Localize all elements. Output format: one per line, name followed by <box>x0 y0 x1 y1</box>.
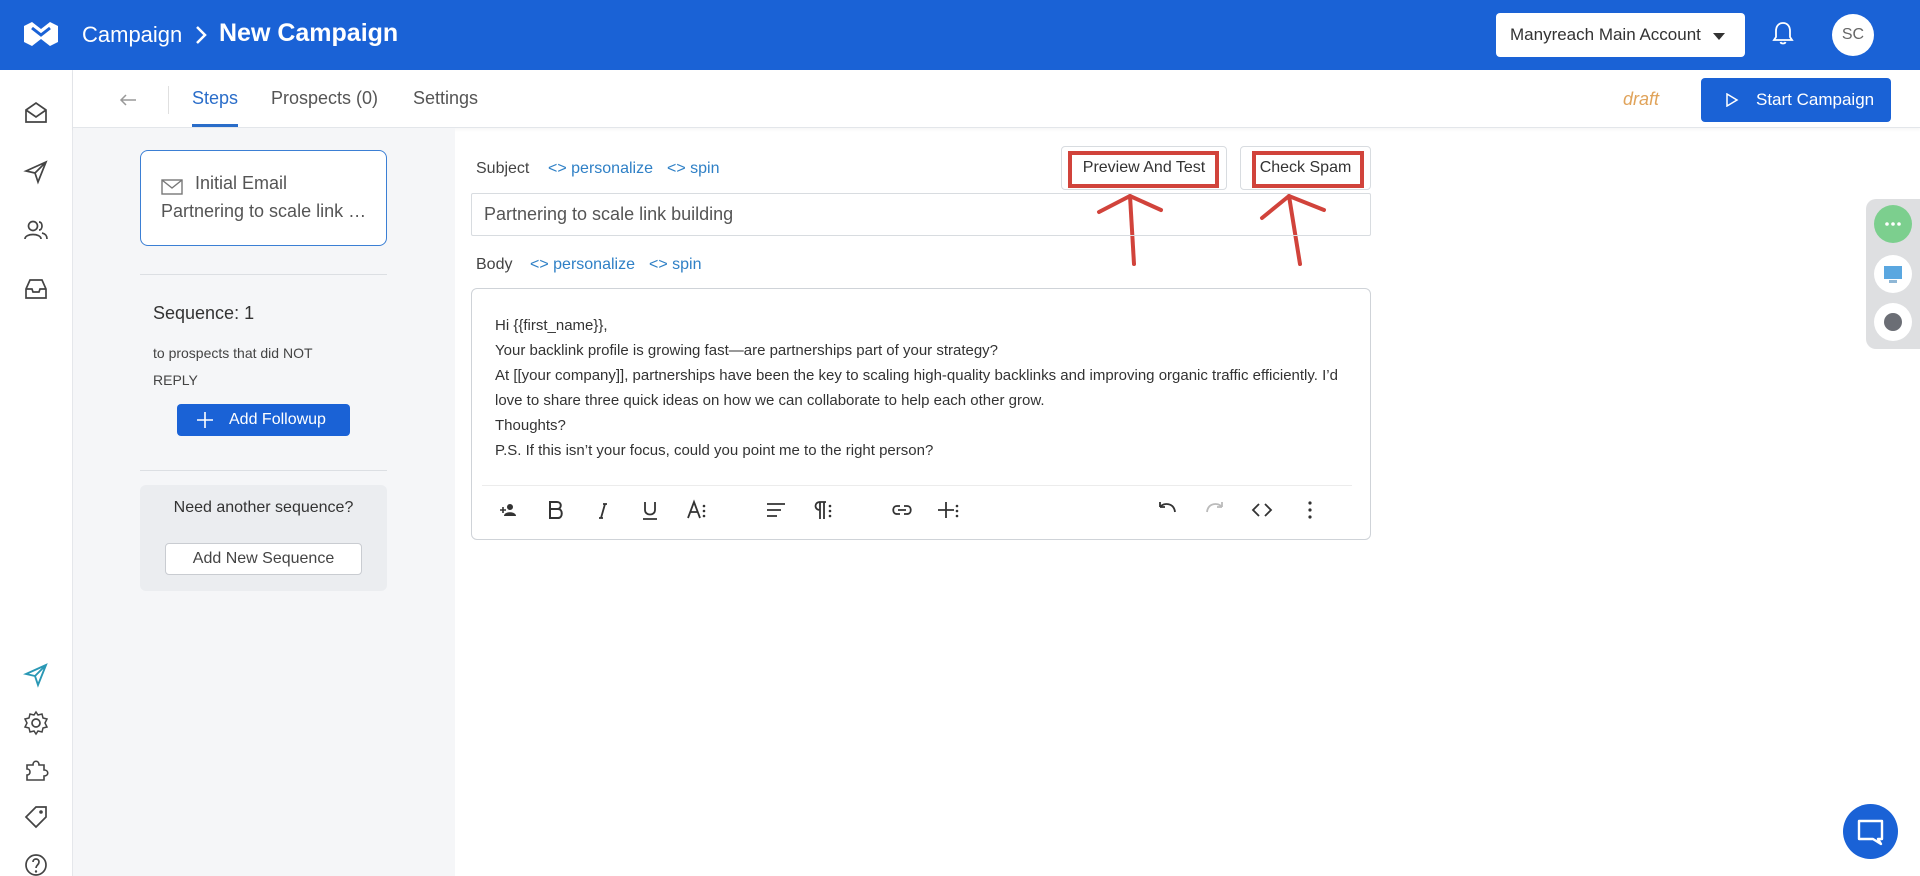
bell-icon[interactable] <box>1771 20 1795 46</box>
help-icon[interactable] <box>23 852 49 876</box>
plus-icon <box>197 412 213 428</box>
manyreach-logo-icon[interactable] <box>22 20 60 48</box>
step-card-initial-email[interactable]: Initial Email Partnering to scale link b… <box>140 150 387 246</box>
tab-steps-underline <box>192 124 238 127</box>
body-line: Thoughts? <box>495 417 566 434</box>
subject-input[interactable]: Partnering to scale link building <box>471 193 1371 236</box>
sequence-note: to prospects that did NOT REPLY <box>153 345 313 388</box>
another-sequence-title: Need another sequence? <box>173 499 354 516</box>
inbox-icon[interactable] <box>23 276 49 302</box>
bold-icon[interactable] <box>544 499 566 521</box>
chat-icon <box>1857 819 1884 846</box>
send-active-icon[interactable] <box>23 662 49 688</box>
body-spin-label: spin <box>672 256 702 273</box>
tab-bar: Steps Prospects (0) Settings draft Start… <box>73 70 1920 128</box>
gear-icon[interactable] <box>23 710 49 736</box>
chat-button[interactable] <box>1843 804 1898 859</box>
caret-down-icon <box>1713 33 1725 40</box>
start-campaign-button[interactable]: Start Campaign <box>1701 78 1891 122</box>
annotation-box-spam <box>1252 151 1364 188</box>
text-size-icon[interactable] <box>686 499 708 521</box>
more-icon[interactable] <box>1299 499 1321 521</box>
puzzle-icon[interactable] <box>23 757 49 783</box>
tab-steps[interactable]: Steps <box>192 88 238 109</box>
another-sequence-box: Need another sequence? Add New Sequence <box>140 485 387 591</box>
body-line: P.S. If this isn’t your focus, could you… <box>495 442 934 459</box>
tab-divider <box>168 86 169 114</box>
users-icon[interactable] <box>23 217 49 243</box>
envelope-icon <box>161 179 183 195</box>
toolbar-divider <box>482 485 1352 486</box>
chat-extension-icon[interactable] <box>1874 205 1912 243</box>
step-card-subject: Partnering to scale link building <box>161 201 371 221</box>
add-followup-button[interactable]: Add Followup <box>177 404 350 436</box>
redo-icon[interactable] <box>1204 499 1226 521</box>
account-select[interactable]: Manyreach Main Account <box>1496 13 1745 57</box>
body-text[interactable]: Hi {{first_name}}, Your backlink profile… <box>495 313 1345 463</box>
subject-spin-label: spin <box>690 160 720 177</box>
align-icon[interactable] <box>765 499 787 521</box>
send-icon[interactable] <box>23 159 49 185</box>
add-new-sequence-button[interactable]: Add New Sequence <box>165 543 362 575</box>
subject-spin-link[interactable]: <> spin <box>667 160 720 178</box>
step-card-title: Initial Email <box>195 173 288 193</box>
back-arrow-icon[interactable] <box>118 92 138 108</box>
start-campaign-label: Start Campaign <box>1756 90 1875 109</box>
code-icon[interactable] <box>1251 499 1273 521</box>
mail-icon[interactable] <box>23 100 49 126</box>
tab-prospects[interactable]: Prospects (0) <box>271 88 378 109</box>
italic-icon[interactable] <box>592 499 614 521</box>
account-select-value: Manyreach Main Account <box>1510 25 1701 44</box>
body-personalize-label: personalize <box>553 256 635 273</box>
chevron-right-icon <box>196 26 207 44</box>
avatar[interactable]: SC <box>1832 14 1874 56</box>
record-extension-icon[interactable] <box>1874 303 1912 341</box>
body-line: Hi {{first_name}}, <box>495 317 608 334</box>
insert-icon[interactable] <box>938 499 960 521</box>
play-icon <box>1726 93 1739 107</box>
tag-icon[interactable] <box>23 804 49 830</box>
sequence-label: Sequence: 1 <box>153 303 255 323</box>
annotation-box-preview <box>1068 151 1219 188</box>
body-editor[interactable]: Hi {{first_name}}, Your backlink profile… <box>471 288 1371 540</box>
body-spin-link[interactable]: <> spin <box>649 256 702 274</box>
undo-icon[interactable] <box>1156 499 1178 521</box>
add-followup-label: Add Followup <box>229 411 326 428</box>
top-bar: Campaign New Campaign Manyreach Main Acc… <box>0 0 1920 70</box>
breadcrumb-campaign[interactable]: Campaign <box>82 22 182 48</box>
left-rail <box>0 70 73 876</box>
tab-settings[interactable]: Settings <box>413 88 478 109</box>
subject-personalize-label: personalize <box>571 160 653 177</box>
status-badge: draft <box>1623 89 1660 109</box>
underline-icon[interactable] <box>639 499 661 521</box>
body-line: At [[your company]], partnerships have b… <box>495 367 1338 409</box>
extension-sidebar <box>1866 199 1920 349</box>
body-line: Your backlink profile is growing fast—ar… <box>495 342 999 359</box>
divider <box>140 274 387 275</box>
body-personalize-link[interactable]: <> personalize <box>530 256 635 274</box>
subject-personalize-link[interactable]: <> personalize <box>548 160 653 178</box>
body-label: Body <box>476 256 513 273</box>
paragraph-icon[interactable] <box>812 499 834 521</box>
subject-label: Subject <box>476 160 530 177</box>
link-icon[interactable] <box>891 499 913 521</box>
page-title: New Campaign <box>219 19 399 47</box>
person-add-icon[interactable] <box>497 499 519 521</box>
divider <box>140 470 387 471</box>
screen-extension-icon[interactable] <box>1874 255 1912 293</box>
